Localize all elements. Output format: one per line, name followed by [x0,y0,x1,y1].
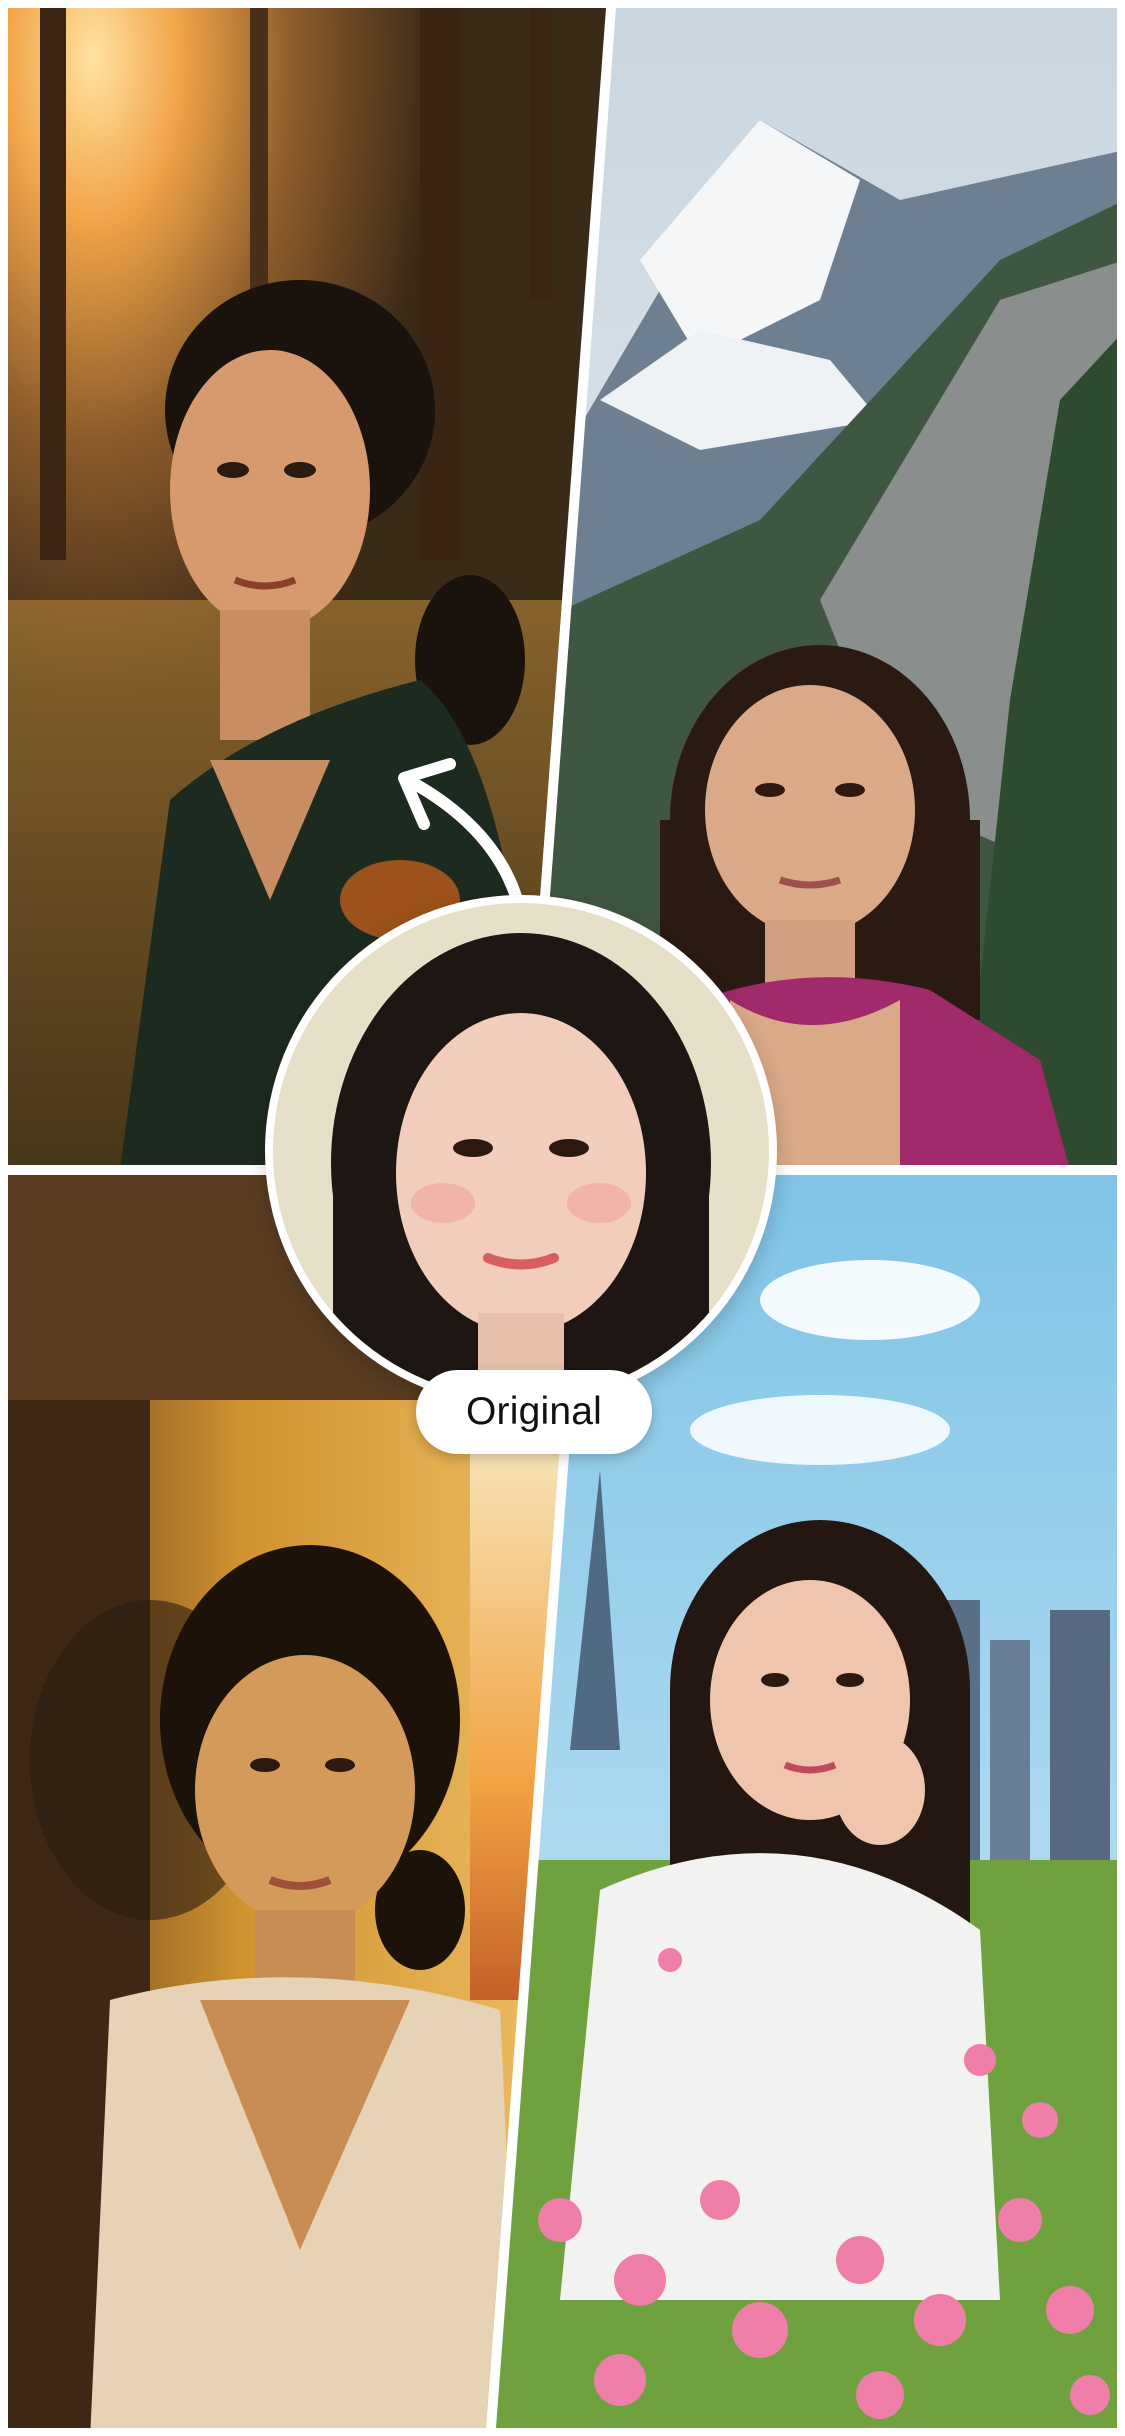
original-photo-frame [265,895,777,1407]
original-badge: Original [416,1370,652,1454]
curved-arrow-icon [398,758,526,916]
original-photo [273,903,769,1399]
original-portrait-image [273,903,769,1399]
photo-collage: Original [0,0,1125,2436]
